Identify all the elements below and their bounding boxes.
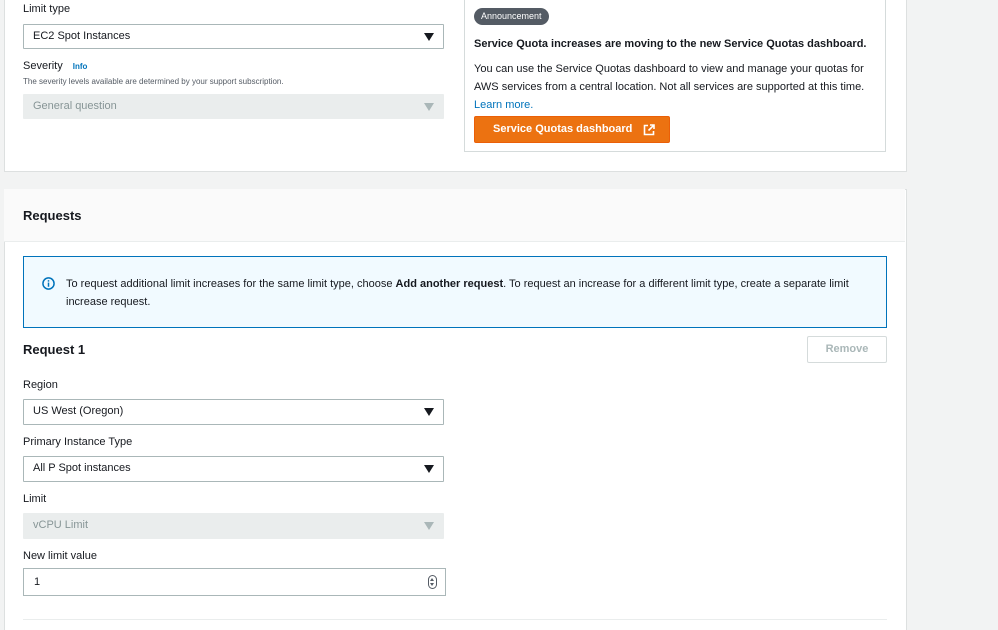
region-label: Region (23, 379, 58, 391)
limit-type-select[interactable]: EC2 Spot Instances (23, 24, 444, 49)
service-quotas-dashboard-label: Service Quotas dashboard (493, 123, 633, 135)
limit-value: vCPU Limit (33, 519, 89, 531)
learn-more-link[interactable]: Learn more. (474, 99, 533, 111)
info-icon (42, 277, 55, 290)
external-link-icon (643, 124, 655, 136)
region-value: US West (Oregon) (33, 405, 124, 417)
announcement-text: You can use the Service Quotas dashboard… (474, 63, 865, 93)
severity-info-link[interactable]: Info (73, 62, 88, 71)
remove-button[interactable]: Remove (807, 336, 887, 363)
divider (23, 619, 887, 620)
primary-instance-type-value: All P Spot instances (33, 462, 131, 474)
new-limit-value-label: New limit value (23, 550, 97, 562)
number-spinner-icon[interactable] (428, 575, 437, 589)
limit-label: Limit (23, 493, 47, 505)
alert-text-part: To request additional limit increases fo… (66, 278, 396, 290)
limit-type-label: Limit type (23, 3, 71, 15)
caret-down-icon (424, 465, 434, 473)
new-limit-value: 1 (34, 576, 41, 588)
region-select[interactable]: US West (Oregon) (23, 399, 444, 425)
announcement-badge: Announcement (474, 8, 549, 25)
info-alert: To request additional limit increases fo… (23, 256, 887, 328)
caret-down-icon (424, 522, 434, 530)
severity-help-text: The severity levels available are determ… (23, 77, 284, 86)
limit-select: vCPU Limit (23, 513, 444, 539)
limit-type-value: EC2 Spot Instances (33, 30, 131, 42)
request-1-title: Request 1 (23, 342, 86, 357)
caret-down-icon (424, 103, 434, 111)
primary-instance-type-label: Primary Instance Type (23, 436, 133, 448)
requests-header (4, 189, 905, 242)
severity-value: General question (33, 100, 117, 112)
add-another-request-text: Add another request (395, 278, 504, 290)
requests-title: Requests (23, 208, 82, 223)
announcement-title: Service Quota increases are moving to th… (474, 38, 867, 50)
caret-down-icon (424, 408, 434, 416)
severity-select: General question (23, 94, 444, 119)
announcement-body: You can use the Service Quotas dashboard… (474, 60, 876, 114)
caret-down-icon (424, 33, 434, 41)
severity-label-row: Severity Info (23, 60, 87, 72)
service-quotas-dashboard-button[interactable]: Service Quotas dashboard (474, 116, 670, 143)
new-limit-value-input[interactable]: 1 (23, 568, 446, 596)
primary-instance-type-select[interactable]: All P Spot instances (23, 456, 444, 482)
alert-text: To request additional limit increases fo… (66, 275, 876, 311)
severity-label: Severity (23, 60, 63, 72)
